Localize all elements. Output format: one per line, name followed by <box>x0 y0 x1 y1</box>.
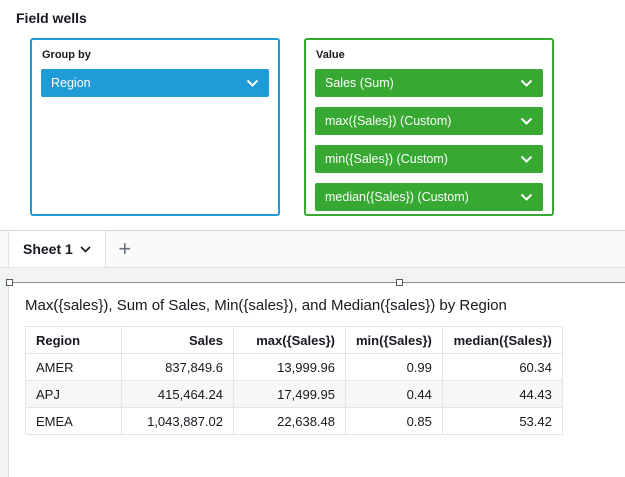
cell-sales: 415,464.24 <box>122 381 234 408</box>
cell-min: 0.99 <box>346 354 443 381</box>
cell-min: 0.85 <box>346 408 443 435</box>
cell-median: 53.42 <box>442 408 562 435</box>
value-well: Value Sales (Sum) max({Sales}) (Custom) … <box>304 38 554 216</box>
group-by-pill-region[interactable]: Region <box>41 69 269 97</box>
chevron-down-icon <box>520 117 533 125</box>
cell-max: 13,999.96 <box>234 354 346 381</box>
cell-median: 44.43 <box>442 381 562 408</box>
chevron-down-icon <box>80 246 91 253</box>
chevron-down-icon <box>246 79 259 87</box>
chevron-down-icon <box>520 193 533 201</box>
cell-min: 0.44 <box>346 381 443 408</box>
cell-sales: 837,849.6 <box>122 354 234 381</box>
column-header-min: min({Sales}) <box>346 327 443 354</box>
value-pill-max-custom[interactable]: max({Sales}) (Custom) <box>315 107 543 135</box>
cell-region: EMEA <box>26 408 122 435</box>
resize-handle-middle[interactable] <box>396 279 403 286</box>
value-pill-label: median({Sales}) (Custom) <box>325 190 469 204</box>
table-header-row: Region Sales max({Sales}) min({Sales}) m… <box>26 327 563 354</box>
cell-max: 22,638.48 <box>234 408 346 435</box>
column-header-sales: Sales <box>122 327 234 354</box>
field-wells-panels: Group by Region Value Sales (Sum) max({S… <box>14 38 611 216</box>
sheet-tab-bar: Sheet 1 + <box>0 231 625 268</box>
table-row: APJ 415,464.24 17,499.95 0.44 44.43 <box>26 381 563 408</box>
column-header-median: median({Sales}) <box>442 327 562 354</box>
value-pill-label: max({Sales}) (Custom) <box>325 114 451 128</box>
cell-sales: 1,043,887.02 <box>122 408 234 435</box>
value-pill-min-custom[interactable]: min({Sales}) (Custom) <box>315 145 543 173</box>
field-wells-title: Field wells <box>16 10 611 26</box>
table-row: AMER 837,849.6 13,999.96 0.99 60.34 <box>26 354 563 381</box>
group-by-well: Group by Region <box>30 38 280 216</box>
data-table: Region Sales max({Sales}) min({Sales}) m… <box>25 326 563 435</box>
selection-border <box>9 282 625 283</box>
sheet-tab-label: Sheet 1 <box>23 241 73 257</box>
cell-max: 17,499.95 <box>234 381 346 408</box>
cell-region: APJ <box>26 381 122 408</box>
field-wells-section: Field wells Group by Region Value Sales … <box>0 0 625 216</box>
sheet-canvas: Max({sales}), Sum of Sales, Min({sales})… <box>0 268 625 477</box>
table-row: EMEA 1,043,887.02 22,638.48 0.85 53.42 <box>26 408 563 435</box>
add-sheet-button[interactable]: + <box>106 231 144 267</box>
column-header-region: Region <box>26 327 122 354</box>
value-pill-sales-sum[interactable]: Sales (Sum) <box>315 69 543 97</box>
cell-region: AMER <box>26 354 122 381</box>
column-header-max: max({Sales}) <box>234 327 346 354</box>
cell-median: 60.34 <box>442 354 562 381</box>
value-pill-label: Sales (Sum) <box>325 76 394 90</box>
chevron-down-icon <box>520 155 533 163</box>
value-pill-label: min({Sales}) (Custom) <box>325 152 448 166</box>
group-by-pill-label: Region <box>51 76 91 90</box>
value-label: Value <box>316 49 543 61</box>
value-pill-median-custom[interactable]: median({Sales}) (Custom) <box>315 183 543 211</box>
visual-title: Max({sales}), Sum of Sales, Min({sales})… <box>9 283 625 326</box>
tab-sheet-1[interactable]: Sheet 1 <box>8 231 106 267</box>
group-by-label: Group by <box>42 49 269 61</box>
resize-handle-left[interactable] <box>6 279 13 286</box>
table-visual[interactable]: Max({sales}), Sum of Sales, Min({sales})… <box>8 282 625 477</box>
chevron-down-icon <box>520 79 533 87</box>
